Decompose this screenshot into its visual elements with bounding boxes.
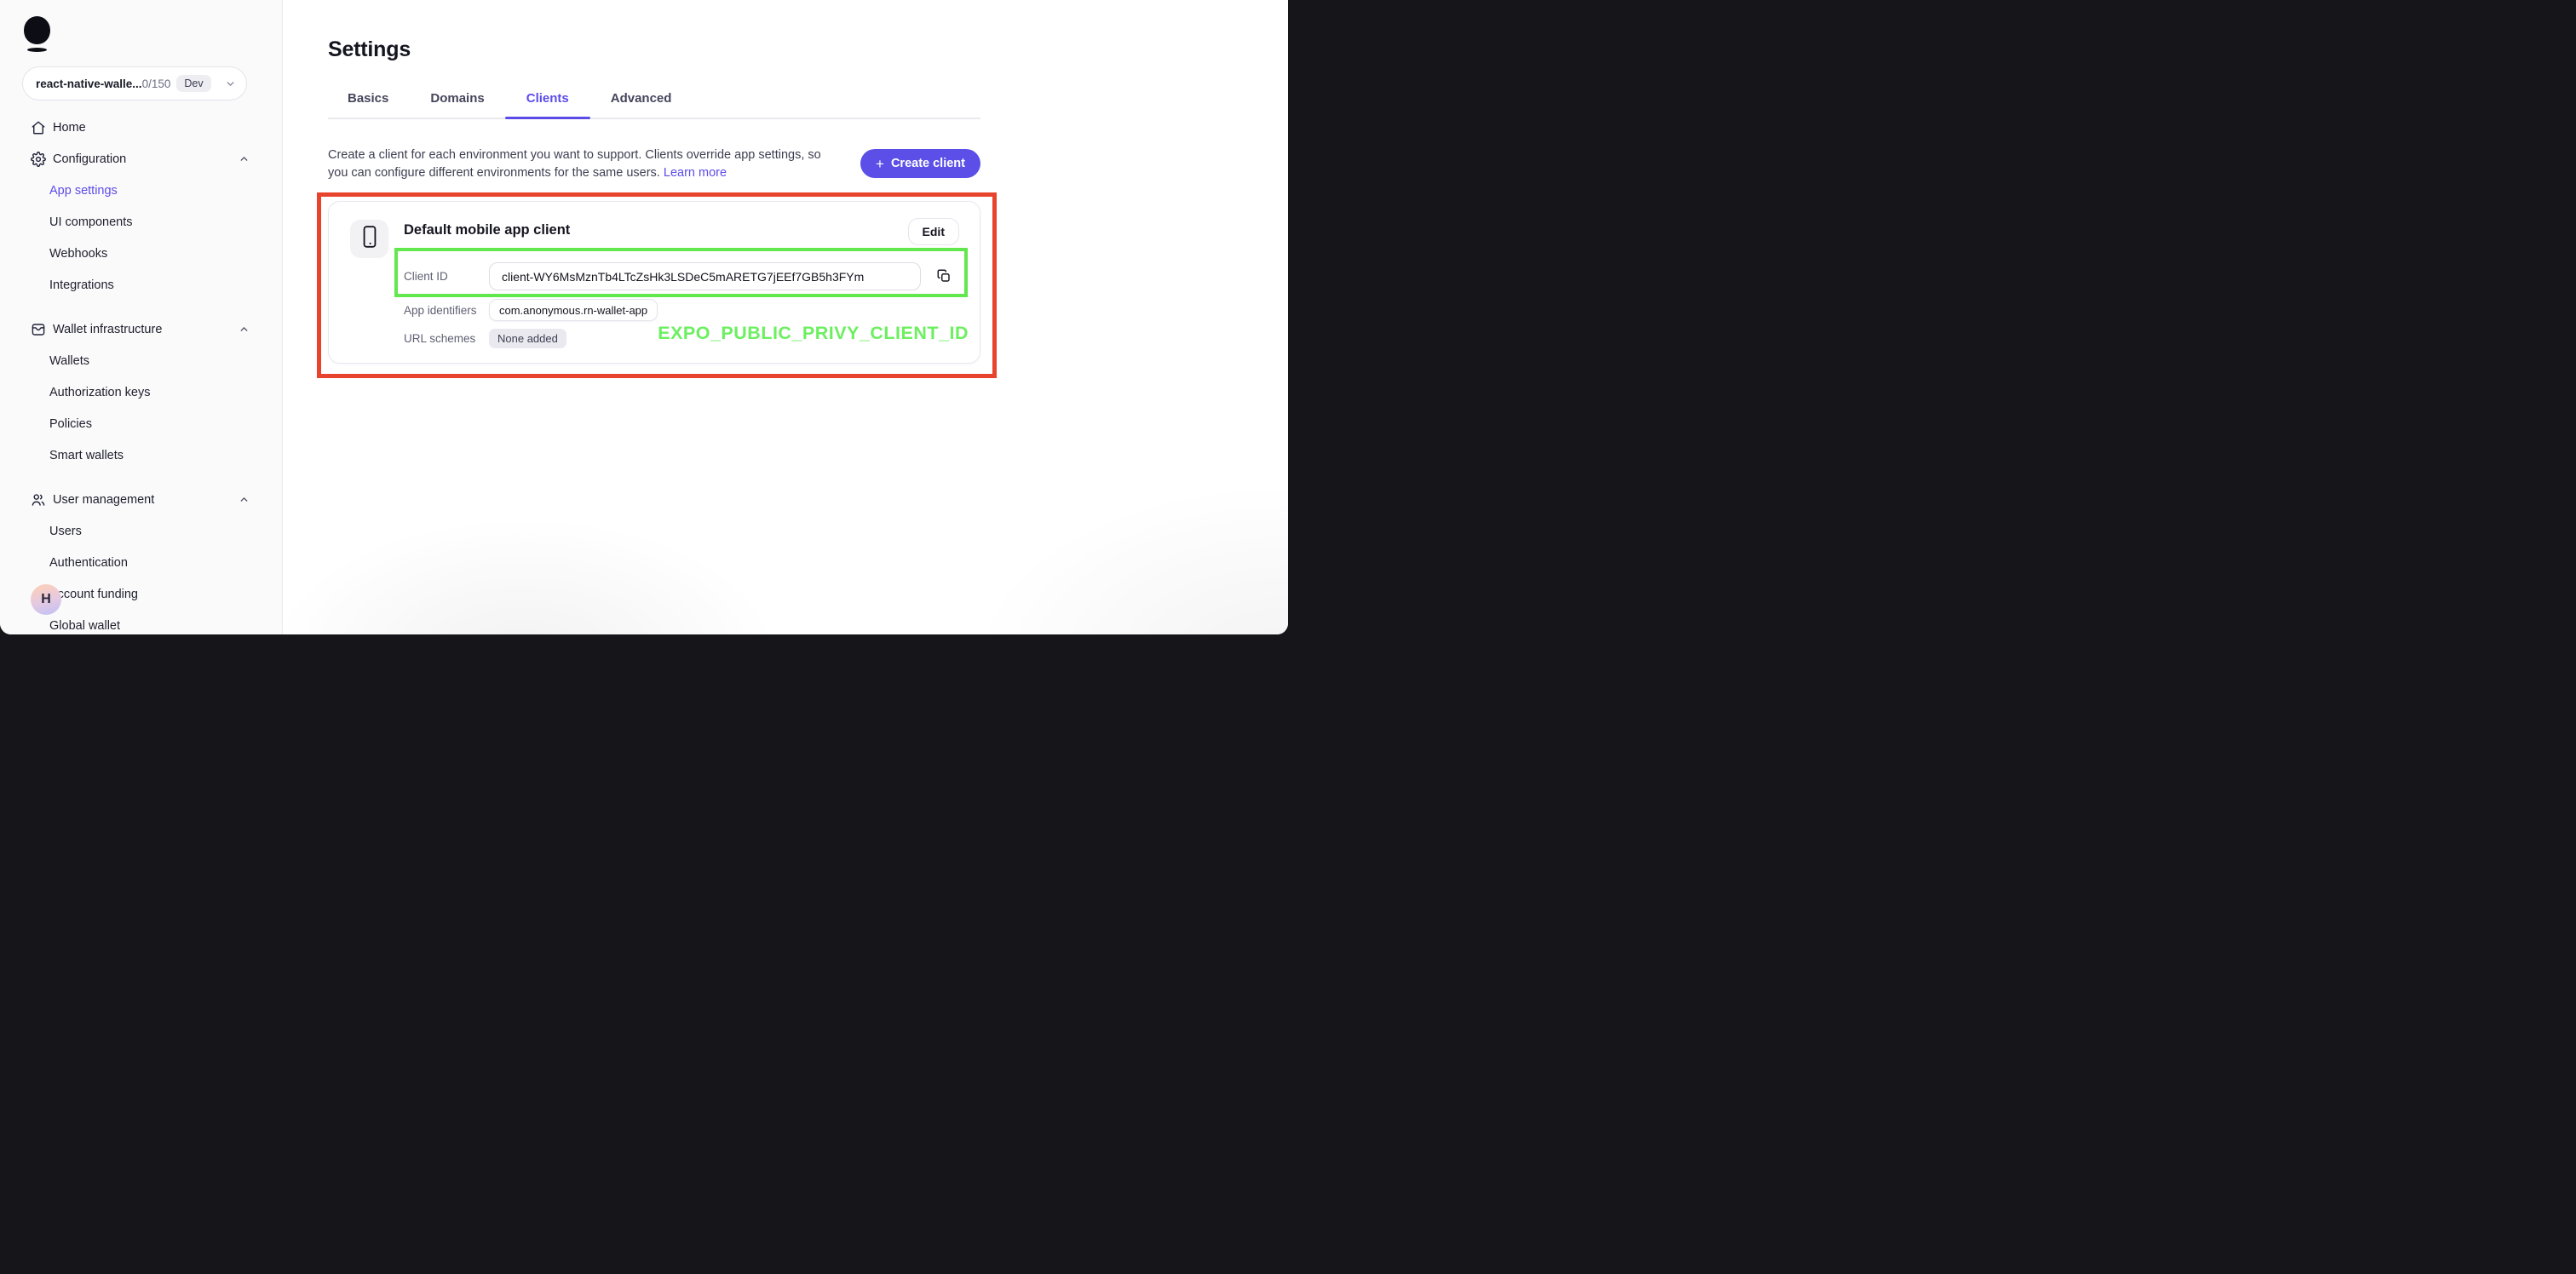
description-line1: Create a client for each environment you… [328,148,821,162]
privy-logo [24,16,50,44]
chevron-down-icon [225,78,236,89]
tab-advanced[interactable]: Advanced [611,91,672,118]
clients-description: Create a client for each environment you… [328,146,821,182]
phone-icon [359,224,381,254]
users-icon [31,491,47,508]
copy-icon [936,268,952,286]
sidebar-item-wallets[interactable]: Wallets [0,345,282,376]
home-icon [31,119,47,135]
sidebar-item-smart-wallets[interactable]: Smart wallets [0,439,282,471]
sidebar-item-integrations[interactable]: Integrations [0,269,282,301]
sidebar-item-users[interactable]: Users [0,515,282,547]
url-schemes-label: URL schemes [404,332,475,345]
client-card-title: Default mobile app client [404,222,570,238]
tab-basics[interactable]: Basics [348,91,388,118]
sidebar-section-label: Wallet infrastructure [53,323,162,336]
sidebar-section-configuration[interactable]: Configuration [0,143,282,175]
sidebar-item-home[interactable]: Home [0,112,282,143]
gear-icon [31,151,47,167]
url-schemes-chip: None added [489,329,566,348]
workspace-name: react-native-walle... [36,77,142,90]
page-title: Settings [328,0,980,62]
user-avatar[interactable]: H [31,584,61,615]
mobile-client-icon-box [350,220,388,258]
chevron-up-icon [239,324,250,335]
sidebar-item-ui-components[interactable]: UI components [0,206,282,238]
chevron-up-icon [239,153,250,164]
sidebar-item-authentication[interactable]: Authentication [0,547,282,578]
learn-more-link[interactable]: Learn more [664,166,727,180]
sidebar-nav: Home Configuration App settings UI compo… [0,112,282,634]
settings-tabs: Basics Domains Clients Advanced [328,91,980,119]
create-client-button[interactable]: + Create client [860,149,980,178]
sidebar-section-user-management[interactable]: User management [0,484,282,515]
client-card: Default mobile app client Edit Client ID… [328,201,980,364]
create-client-label: Create client [891,157,965,170]
vault-icon [31,321,47,337]
client-id-label: Client ID [404,270,448,283]
sidebar-item-webhooks[interactable]: Webhooks [0,238,282,269]
app-identifiers-label: App identifiers [404,304,477,317]
edit-button[interactable]: Edit [908,218,959,245]
tab-clients[interactable]: Clients [526,91,569,118]
sidebar-section-wallet-infrastructure[interactable]: Wallet infrastructure [0,313,282,345]
copy-button[interactable] [934,267,953,286]
app-identifier-chip[interactable]: com.anonymous.rn-wallet-app [489,299,658,321]
plus-icon: + [876,157,884,171]
description-line2: you can configure different environments… [328,166,660,180]
main-content: Settings Basics Domains Clients Advanced… [283,0,1288,634]
sidebar-section-label: Configuration [53,152,126,166]
sidebar-item-app-settings[interactable]: App settings [0,175,282,206]
sidebar-item-authorization-keys[interactable]: Authorization keys [0,376,282,408]
workspace-usage: 0/150 [142,77,171,90]
env-badge: Dev [176,75,210,92]
clients-header-row: Create a client for each environment you… [328,146,980,182]
tab-domains[interactable]: Domains [430,91,484,118]
sidebar: react-native-walle... 0/150 Dev Home Con… [0,0,283,634]
app-window: react-native-walle... 0/150 Dev Home Con… [0,0,1288,634]
workspace-selector[interactable]: react-native-walle... 0/150 Dev [22,66,247,100]
sidebar-section-label: User management [53,493,154,507]
chevron-up-icon [239,494,250,505]
privy-logo-base [27,48,47,52]
client-id-input[interactable] [489,262,921,290]
sidebar-item-policies[interactable]: Policies [0,408,282,439]
sidebar-item-label: Home [53,121,86,135]
